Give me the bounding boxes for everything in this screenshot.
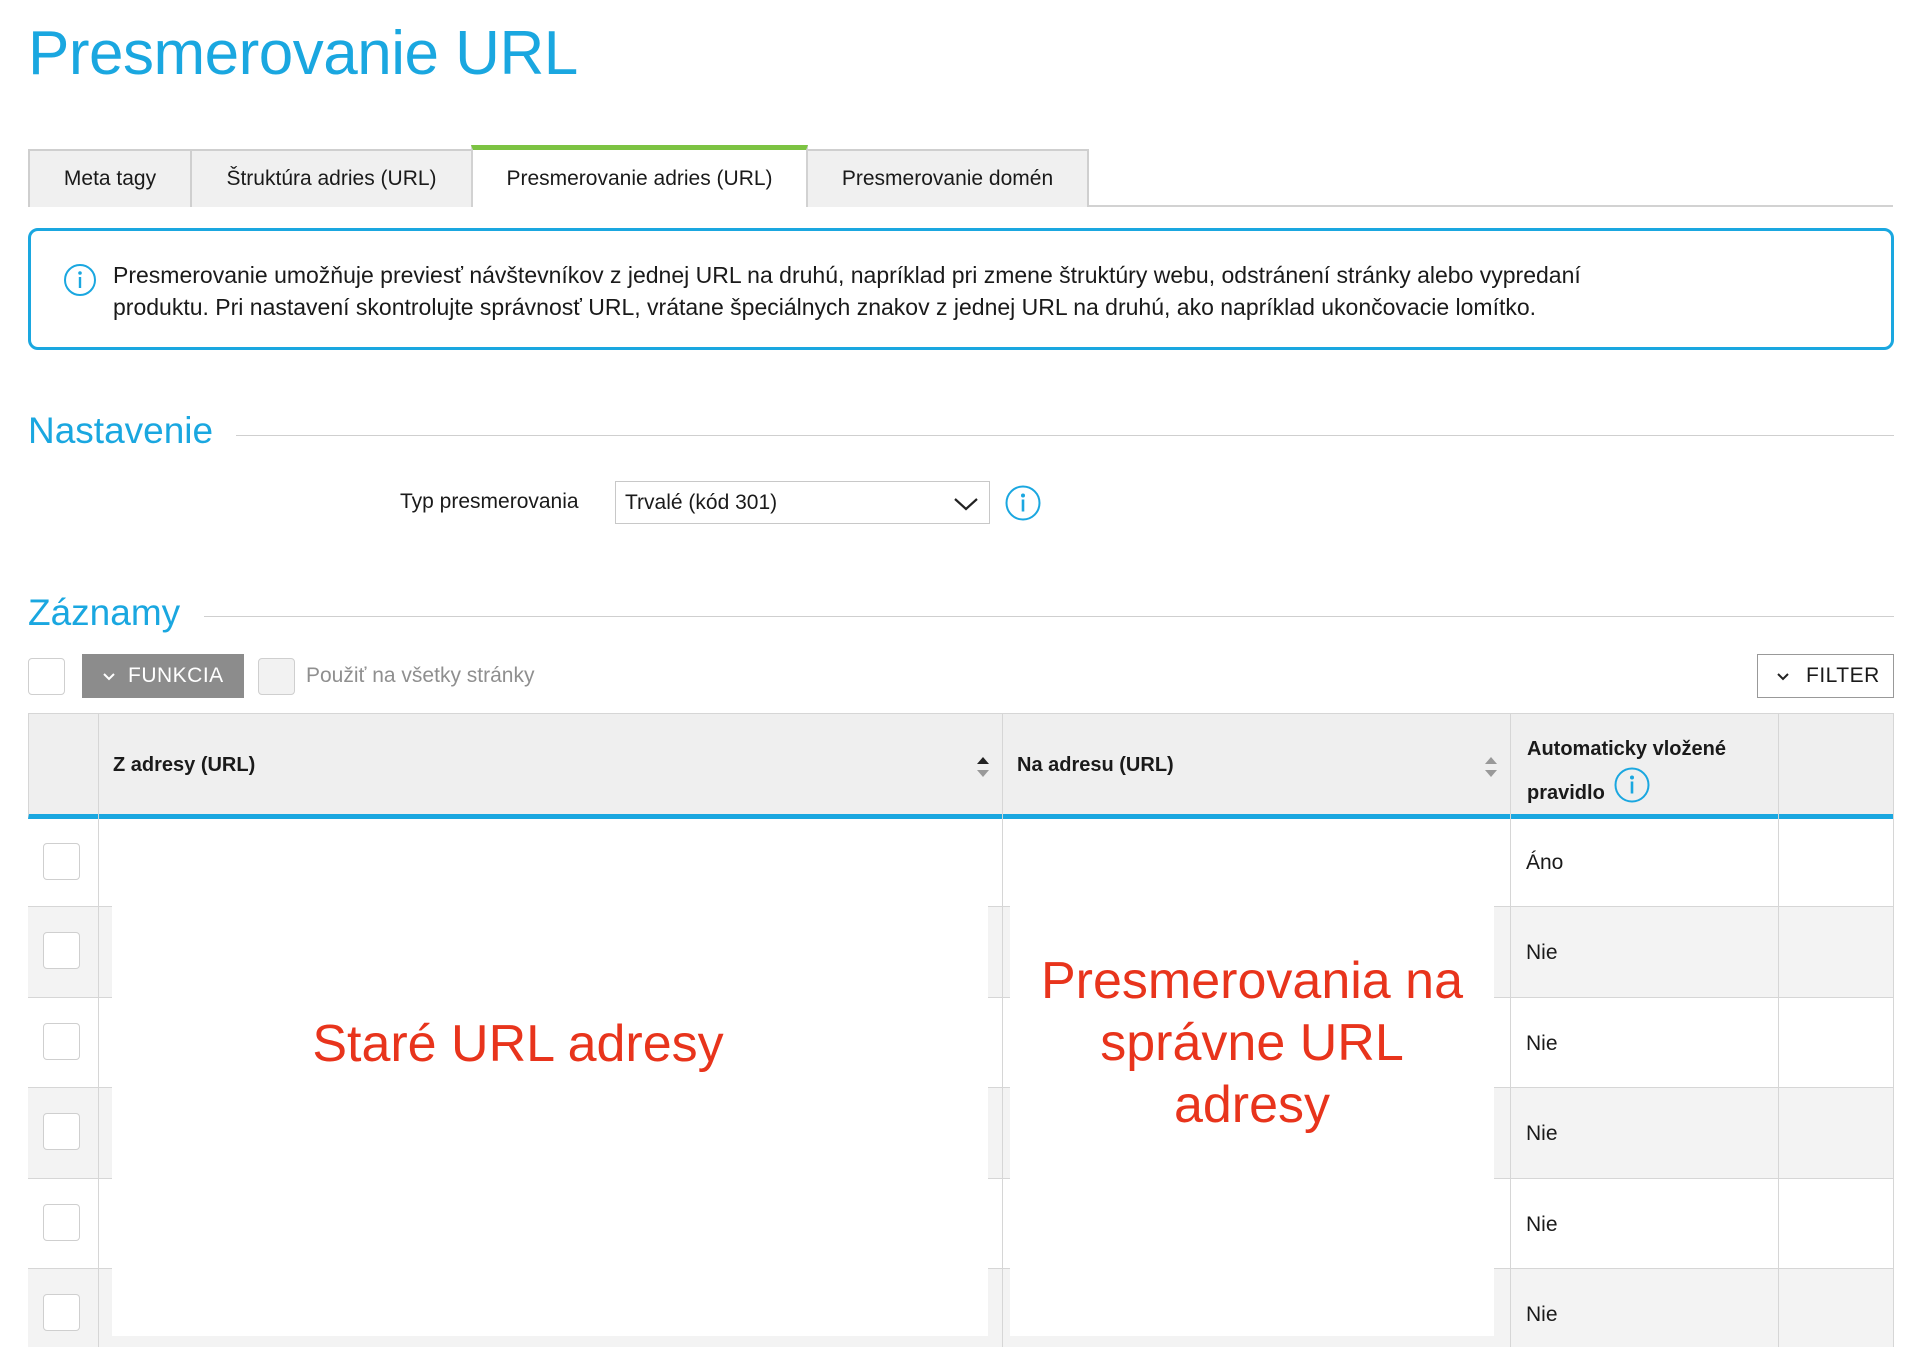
row-auto-rule-value: Nie	[1526, 1303, 1558, 1326]
info-message-line-1: Presmerovanie umožňuje previesť návštevn…	[113, 262, 1581, 288]
info-message-box: Presmerovanie umožňuje previesť návštevn…	[28, 228, 1894, 350]
column-divider	[1510, 713, 1511, 1347]
sort-arrows-icon[interactable]	[975, 754, 991, 785]
row-checkbox[interactable]	[43, 1204, 80, 1241]
tab-bar: Meta tagy Štruktúra adries (URL) Presmer…	[28, 145, 1893, 207]
annotation-new-urls: Presmerovania na správne URL adresy	[1010, 950, 1494, 1136]
tab-domain-redirects[interactable]: Presmerovanie domén	[806, 149, 1089, 207]
function-button[interactable]: FUNKCIA	[82, 654, 244, 698]
column-header-to-url[interactable]: Na adresu (URL)	[1017, 754, 1174, 777]
select-all-checkbox[interactable]	[28, 658, 65, 695]
section-divider-records	[204, 616, 1894, 617]
redirect-type-label: Typ presmerovania	[400, 490, 579, 513]
annotation-new-urls-line-1: Presmerovania na	[1041, 952, 1463, 1010]
chevron-down-icon	[102, 664, 116, 688]
annotation-new-urls-line-2: správne URL	[1100, 1014, 1404, 1072]
row-checkbox[interactable]	[43, 1113, 80, 1150]
auto-rule-info-icon[interactable]	[1613, 766, 1651, 817]
filter-button[interactable]: FILTER	[1757, 654, 1894, 698]
redacted-old-urls-panel	[112, 824, 988, 1336]
sort-arrows-icon[interactable]	[1483, 754, 1499, 785]
column-divider	[1778, 713, 1779, 1347]
apply-all-pages-checkbox[interactable]	[258, 658, 295, 695]
row-checkbox[interactable]	[43, 1294, 80, 1331]
apply-all-pages-label: Použiť na všetky stránky	[306, 664, 535, 687]
table-header: Z adresy (URL) Na adresu (URL) Automatic…	[28, 713, 1894, 819]
chevron-down-icon	[1776, 664, 1790, 688]
tab-meta-tags[interactable]: Meta tagy	[28, 149, 192, 207]
row-auto-rule-value: Nie	[1526, 1032, 1558, 1055]
tab-url-structure[interactable]: Štruktúra adries (URL)	[190, 149, 473, 207]
column-divider	[1893, 713, 1894, 1347]
row-auto-rule-value: Nie	[1526, 1122, 1558, 1145]
filter-button-label: FILTER	[1806, 664, 1880, 687]
annotation-new-urls-line-3: adresy	[1173, 1076, 1331, 1134]
row-checkbox[interactable]	[43, 932, 80, 969]
row-checkbox[interactable]	[43, 843, 80, 880]
info-message-text: Presmerovanie umožňuje previesť návštevn…	[113, 259, 1873, 323]
chevron-down-icon	[953, 492, 979, 519]
info-circle-icon	[63, 263, 97, 302]
redirect-type-info-icon[interactable]	[1004, 484, 1042, 527]
section-divider-settings	[236, 435, 1894, 436]
row-auto-rule-value: Nie	[1526, 941, 1558, 964]
section-title-settings: Nastavenie	[28, 410, 214, 451]
row-auto-rule-value: Nie	[1526, 1213, 1558, 1236]
page-title: Presmerovanie URL	[28, 19, 578, 88]
function-button-label: FUNKCIA	[128, 664, 224, 687]
redirect-type-select[interactable]: Trvalé (kód 301)	[615, 481, 990, 524]
column-divider	[1002, 713, 1003, 1347]
row-checkbox[interactable]	[43, 1023, 80, 1060]
section-title-records: Záznamy	[28, 592, 181, 633]
tab-url-redirects[interactable]: Presmerovanie adries (URL)	[471, 145, 808, 207]
redirect-type-value: Trvalé (kód 301)	[625, 491, 778, 514]
row-auto-rule-value: Áno	[1526, 851, 1564, 874]
info-message-line-2: produktu. Pri nastavení skontrolujte spr…	[113, 294, 1537, 320]
column-header-from-url[interactable]: Z adresy (URL)	[113, 754, 255, 777]
column-divider	[98, 713, 99, 1347]
column-header-auto-rule: Automaticky vložené pravidlo	[1527, 730, 1757, 819]
redirects-table: Z adresy (URL) Na adresu (URL) Automatic…	[28, 713, 1894, 1347]
annotation-old-urls: Staré URL adresy	[312, 1015, 724, 1073]
